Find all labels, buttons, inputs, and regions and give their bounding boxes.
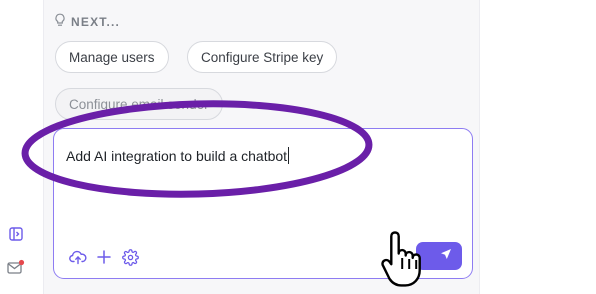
composer-input[interactable]: Add AI integration to build a chatbot: [66, 147, 290, 164]
next-header: NEXT...: [54, 13, 120, 30]
lightbulb-icon: [54, 13, 66, 30]
suggestion-configure-email-sender[interactable]: Configure email sender: [55, 88, 223, 120]
plus-icon[interactable]: [94, 247, 114, 267]
gear-icon[interactable]: [120, 247, 140, 267]
sidebar-toggle-icon[interactable]: [6, 224, 26, 244]
send-icon: [440, 247, 452, 265]
next-header-label: NEXT...: [71, 14, 121, 29]
suggestion-configure-stripe-key[interactable]: Configure Stripe key: [187, 41, 338, 73]
mail-icon[interactable]: [6, 258, 26, 278]
composer-input-value: Add AI integration to build a chatbot: [66, 148, 288, 164]
notification-dot: [18, 259, 25, 266]
left-rail: [0, 0, 44, 294]
hand-pointer-icon: [381, 231, 421, 287]
text-caret: [288, 147, 290, 164]
suggestion-manage-users[interactable]: Manage users: [55, 41, 169, 73]
upload-cloud-icon[interactable]: [68, 247, 88, 267]
